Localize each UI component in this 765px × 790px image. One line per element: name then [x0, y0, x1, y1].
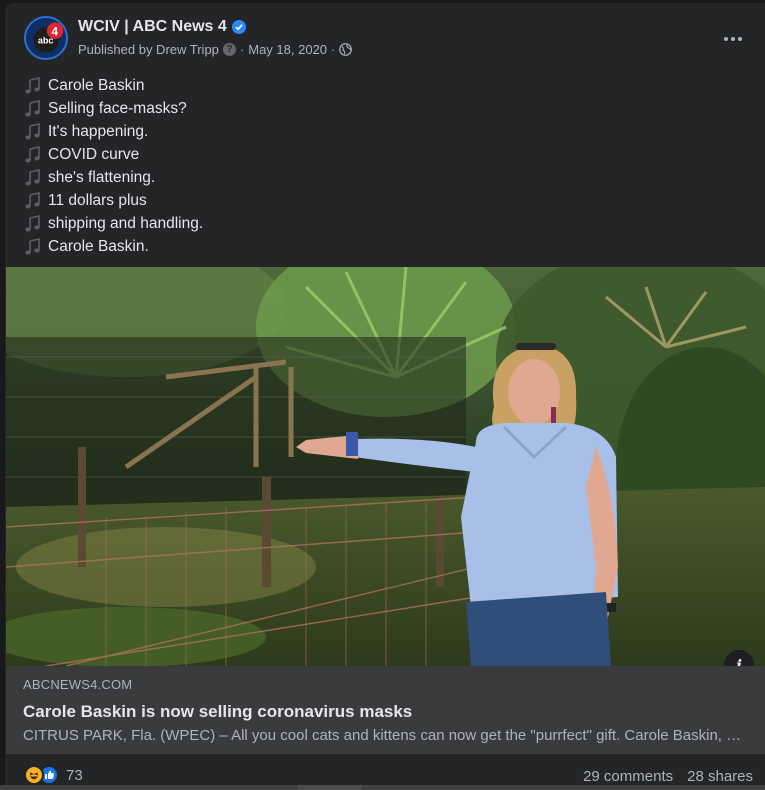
post-line-text: Carole Baskin. [48, 237, 149, 255]
reactions-summary[interactable]: 73 [24, 765, 83, 785]
post-date[interactable]: May 18, 2020 [248, 42, 327, 57]
meta-separator-2: · [331, 42, 336, 57]
post-line-text: 11 dollars plus [48, 191, 147, 209]
comments-count[interactable]: 29 comments [583, 768, 673, 785]
musical-note-icon [24, 145, 43, 164]
post-line: 11 dollars plus [24, 189, 744, 212]
globe-icon[interactable] [339, 43, 353, 56]
engagement-counts: 29 comments 28 shares [583, 768, 753, 785]
post-line: Carole Baskin [24, 74, 744, 97]
post-meta: Published by Drew Tripp ? · May 18, 2020… [78, 42, 353, 57]
post-text: Carole Baskin Selling face-masks? It's h… [24, 74, 744, 258]
published-by[interactable]: Published by Drew Tripp [78, 42, 219, 57]
post-line-text: she's flattening. [48, 168, 156, 186]
musical-note-icon [24, 191, 43, 210]
haha-reaction-icon [24, 765, 44, 785]
post-header: abc 4 WCIV | ABC News 4 Published by Dre… [5, 3, 765, 69]
bottom-scrollbar[interactable] [0, 785, 765, 790]
link-description: CITRUS PARK, Fla. (WPEC) – All you cool … [23, 727, 745, 744]
musical-note-icon [24, 122, 43, 141]
musical-note-icon [24, 237, 43, 256]
more-options-icon[interactable] [717, 23, 749, 55]
question-icon[interactable]: ? [222, 43, 236, 56]
reaction-count: 73 [66, 766, 83, 784]
post-line: Carole Baskin. [24, 235, 744, 258]
scrollbar-thumb[interactable] [298, 785, 362, 790]
link-domain: ABCNEWS4.COM [23, 677, 133, 692]
post-line-text: It's happening. [48, 122, 149, 140]
post-line-text: COVID curve [48, 145, 140, 163]
verified-badge-icon [231, 20, 246, 34]
page-name[interactable]: WCIV | ABC News 4 [78, 18, 227, 36]
musical-note-icon [24, 99, 43, 118]
post-footer: 73 29 comments 28 shares [5, 754, 765, 788]
post-line: COVID curve [24, 143, 744, 166]
musical-note-icon [24, 214, 43, 233]
avatar-number: 4 [51, 24, 58, 38]
post-line: It's happening. [24, 120, 744, 143]
post-photo[interactable] [6, 267, 765, 666]
post-line: shipping and handling. [24, 212, 744, 235]
meta-separator: · [239, 42, 245, 57]
shares-count[interactable]: 28 shares [687, 768, 753, 785]
link-title[interactable]: Carole Baskin is now selling coronavirus… [23, 702, 412, 722]
post-line-text: Selling face-masks? [48, 99, 187, 117]
page-avatar[interactable]: abc 4 [24, 16, 68, 60]
page-name-row: WCIV | ABC News 4 [78, 18, 246, 36]
post-line: she's flattening. [24, 166, 744, 189]
post-line-text: Carole Baskin [48, 76, 145, 94]
musical-note-icon [24, 168, 43, 187]
musical-note-icon [24, 76, 43, 95]
post-card: abc 4 WCIV | ABC News 4 Published by Dre… [5, 3, 765, 788]
link-preview[interactable]: ABCNEWS4.COM Carole Baskin is now sellin… [6, 666, 765, 754]
post-line: Selling face-masks? [24, 97, 744, 120]
post-line-text: shipping and handling. [48, 214, 204, 232]
